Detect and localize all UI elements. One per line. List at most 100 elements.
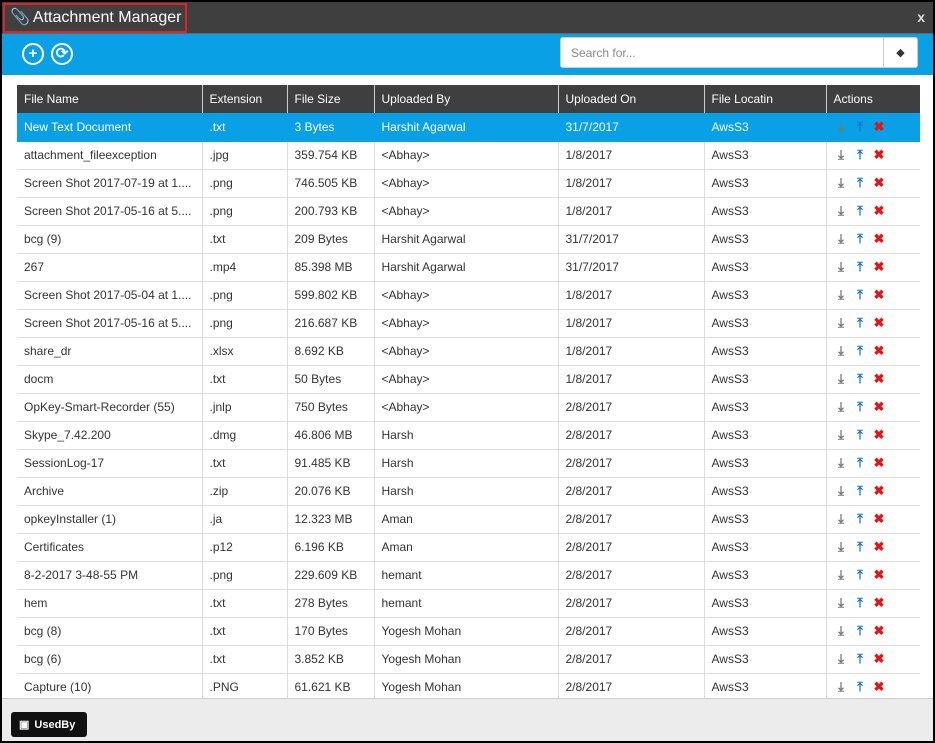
download-icon[interactable]: ⤓ [834,651,849,667]
delete-icon[interactable]: ✖ [872,595,887,611]
upload-icon[interactable]: ⤒ [853,483,868,499]
download-icon[interactable]: ⤓ [834,511,849,527]
upload-icon[interactable]: ⤒ [853,651,868,667]
download-icon[interactable]: ⤓ [834,595,849,611]
upload-icon[interactable]: ⤒ [853,175,868,191]
table-row[interactable]: SessionLog-17 .txt 91.485 KB Harsh 2/8/2017 A… [17,449,920,478]
upload-icon[interactable]: ⤒ [853,623,868,639]
delete-icon[interactable]: ✖ [872,399,887,415]
delete-icon[interactable]: ✖ [872,455,887,471]
column-header[interactable]: Extension [202,85,288,113]
table-row[interactable]: docm .txt 50 Bytes <Abhay> 1/8/2017 AwsS3 ⤓ ⤒ ✖ [17,365,920,394]
download-icon[interactable]: ⤓ [834,371,849,387]
table-row[interactable]: Screen Shot 2017-05-04 at 1.... .png 599.8… [17,281,920,310]
table-row[interactable]: Screen Shot 2017-07-19 at 1.... .png 746.5… [17,169,920,198]
column-header[interactable]: File Locatin [704,85,827,113]
table-row[interactable]: Certificates .p12 6.196 KB Aman 2/8/2017 AwsS… [17,533,920,562]
download-icon[interactable]: ⤓ [834,455,849,471]
table-row[interactable]: 8-2-2017 3-48-55 PM .png 229.609 KB hemant 2… [17,561,920,590]
table-row[interactable]: Screen Shot 2017-05-16 at 5.... .png 216.6… [17,309,920,338]
delete-icon[interactable]: ✖ [872,427,887,443]
delete-icon[interactable]: ✖ [872,483,887,499]
eraser-icon[interactable]: ◆ [883,38,917,67]
download-icon[interactable]: ⤓ [834,679,849,695]
refresh-button[interactable]: ⟳ [51,43,73,65]
table-row[interactable]: attachment_fileexception .jpg 359.754 KB <A… [17,141,920,170]
upload-icon[interactable]: ⤒ [853,399,868,415]
upload-icon[interactable]: ⤒ [853,287,868,303]
delete-icon[interactable]: ✖ [872,371,887,387]
table-cell: 2/8/2017 [558,421,705,450]
download-icon[interactable]: ⤓ [834,567,849,583]
table-row[interactable]: opkeyInstaller (1) .ja 12.323 MB Aman 2/8/20… [17,505,920,534]
delete-icon[interactable]: ✖ [872,539,887,555]
table-row[interactable]: bcg (8) .txt 170 Bytes Yogesh Mohan 2/8/2017… [17,617,920,646]
delete-icon[interactable]: ✖ [872,623,887,639]
column-header[interactable]: Uploaded On [558,85,705,113]
column-header[interactable]: Actions [826,85,920,113]
download-icon[interactable]: ⤓ [834,399,849,415]
delete-icon[interactable]: ✖ [872,315,887,331]
delete-icon[interactable]: ✖ [872,651,887,667]
download-icon[interactable]: ⤓ [834,175,849,191]
table-row[interactable]: OpKey-Smart-Recorder (55) .jnlp 750 Bytes <… [17,393,920,422]
table-row[interactable]: Skype_7.42.200 .dmg 46.806 MB Harsh 2/8/2017… [17,421,920,450]
table-cell: 8-2-2017 3-48-55 PM [17,561,203,590]
add-attachment-button[interactable]: + [22,43,44,65]
delete-icon[interactable]: ✖ [872,567,887,583]
delete-icon[interactable]: ✖ [872,259,887,275]
delete-icon[interactable]: ✖ [872,147,887,163]
table-row[interactable]: New Text Document .txt 3 Bytes Harshit Agar… [17,113,920,142]
download-icon[interactable]: ⤓ [834,203,849,219]
delete-icon[interactable]: ✖ [872,343,887,359]
upload-icon[interactable]: ⤒ [853,539,868,555]
table-row[interactable]: Capture (10) .PNG 61.621 KB Yogesh Mohan 2/8… [17,673,920,698]
upload-icon[interactable]: ⤒ [853,203,868,219]
upload-icon[interactable]: ⤒ [853,231,868,247]
table-row[interactable]: Archive .zip 20.076 KB Harsh 2/8/2017 AwsS3 ⤓ ⤒… [17,477,920,506]
upload-icon[interactable]: ⤒ [853,567,868,583]
table-row[interactable]: bcg (9) .txt 209 Bytes Harshit Agarwal 31/7/… [17,225,920,254]
column-header[interactable]: Uploaded By [374,85,559,113]
table-row[interactable]: share_dr .xlsx 8.692 KB <Abhay> 1/8/2017 AwsS… [17,337,920,366]
upload-icon[interactable]: ⤒ [853,147,868,163]
delete-icon[interactable]: ✖ [872,511,887,527]
download-icon[interactable]: ⤓ [834,539,849,555]
download-icon[interactable]: ⤓ [834,315,849,331]
delete-icon[interactable]: ✖ [872,175,887,191]
upload-icon[interactable]: ⤒ [853,679,868,695]
delete-icon[interactable]: ✖ [872,287,887,303]
delete-icon[interactable]: ✖ [872,119,887,135]
download-icon[interactable]: ⤓ [834,119,849,135]
table-cell: share_dr [17,337,203,366]
table-row[interactable]: bcg (6) .txt 3.852 KB Yogesh Mohan 2/8/2017 A… [17,645,920,674]
close-button[interactable]: x [917,9,925,25]
upload-icon[interactable]: ⤒ [853,119,868,135]
delete-icon[interactable]: ✖ [872,231,887,247]
upload-icon[interactable]: ⤒ [853,595,868,611]
upload-icon[interactable]: ⤒ [853,427,868,443]
search-input[interactable] [561,38,883,67]
download-icon[interactable]: ⤓ [834,483,849,499]
download-icon[interactable]: ⤓ [834,259,849,275]
upload-icon[interactable]: ⤒ [853,371,868,387]
delete-icon[interactable]: ✖ [872,679,887,695]
upload-icon[interactable]: ⤒ [853,315,868,331]
table-row[interactable]: 267 .mp4 85.398 MB Harshit Agarwal 31/7/2017… [17,253,920,282]
download-icon[interactable]: ⤓ [834,623,849,639]
table-row[interactable]: Screen Shot 2017-05-16 at 5.... .png 200.7… [17,197,920,226]
column-header[interactable]: File Name [17,85,203,113]
download-icon[interactable]: ⤓ [834,287,849,303]
column-header[interactable]: File Size [287,85,375,113]
upload-icon[interactable]: ⤒ [853,343,868,359]
upload-icon[interactable]: ⤒ [853,511,868,527]
download-icon[interactable]: ⤓ [834,231,849,247]
download-icon[interactable]: ⤓ [834,427,849,443]
delete-icon[interactable]: ✖ [872,203,887,219]
upload-icon[interactable]: ⤒ [853,259,868,275]
download-icon[interactable]: ⤓ [834,343,849,359]
upload-icon[interactable]: ⤒ [853,455,868,471]
usedby-button[interactable]: ▣ UsedBy [11,712,87,737]
download-icon[interactable]: ⤓ [834,147,849,163]
table-row[interactable]: hem .txt 278 Bytes hemant 2/8/2017 AwsS3 ⤓ ⤒ ✖ [17,589,920,618]
